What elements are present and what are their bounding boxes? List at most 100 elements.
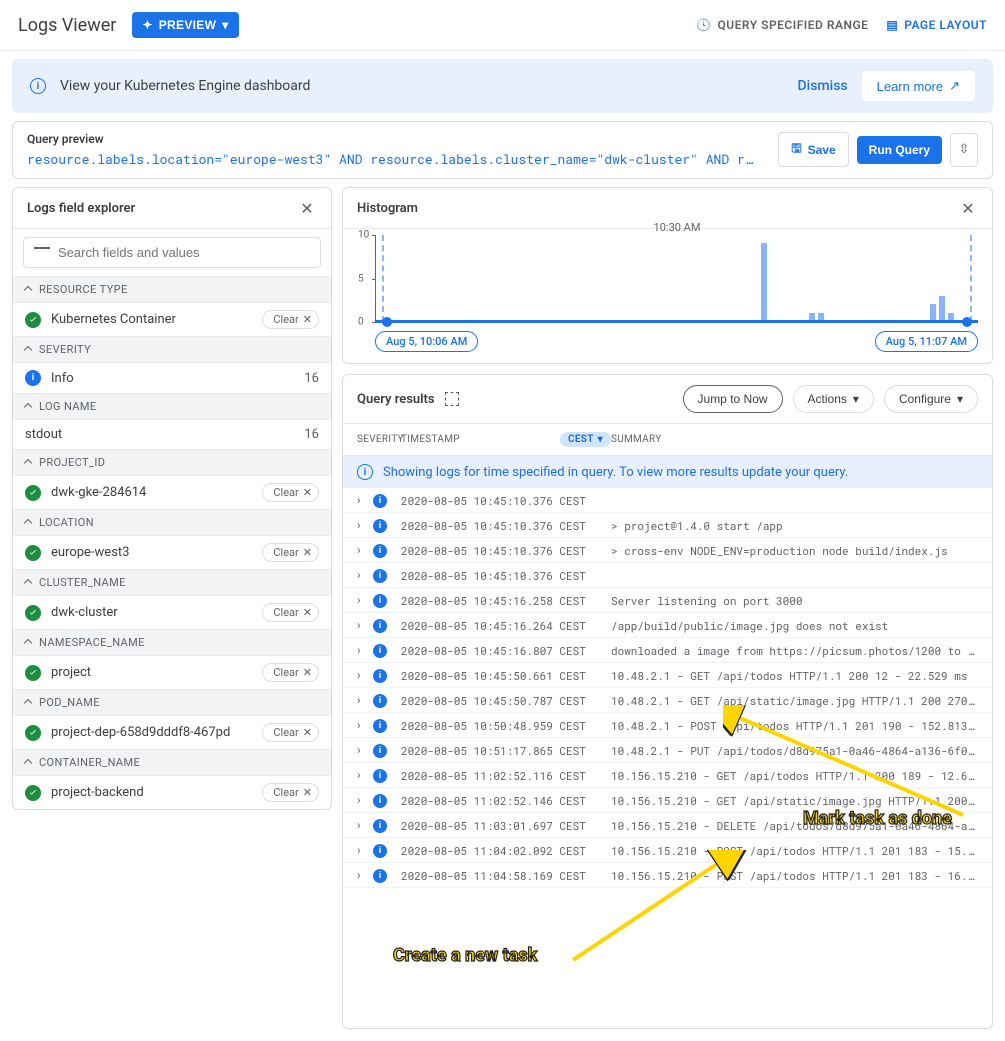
clear-chip[interactable]: Clear✕ (262, 483, 319, 502)
severity-badge[interactable]: i (373, 769, 387, 783)
severity-badge[interactable]: i (373, 819, 387, 833)
expand-spinner[interactable]: ⇳ (950, 133, 978, 167)
cat-cluster-name[interactable]: CLUSTER_NAME (13, 569, 331, 596)
caret-down-icon: ▾ (853, 392, 859, 406)
clear-chip[interactable]: Clear✕ (262, 543, 319, 562)
severity-badge[interactable]: i (373, 494, 387, 508)
clear-chip[interactable]: Clear✕ (262, 310, 319, 329)
log-row[interactable]: ›i2020-08-05 10:45:16.264 CEST/app/build… (343, 613, 992, 638)
configure-dropdown[interactable]: Configure▾ (884, 385, 978, 413)
expand-icon[interactable]: › (357, 543, 373, 557)
severity-badge[interactable]: i (373, 694, 387, 708)
log-row[interactable]: ›i2020-08-05 10:45:50.661 CEST10.48.2.1 … (343, 663, 992, 688)
item-namespace-name[interactable]: project Clear✕ (13, 656, 331, 689)
page-layout-link[interactable]: ▤ PAGE LAYOUT (886, 18, 987, 32)
log-row[interactable]: ›i2020-08-05 10:50:48.959 CEST10.48.2.1 … (343, 713, 992, 738)
item-pod-name[interactable]: project-dep-658d9dddf8-467pd Clear✕ (13, 716, 331, 749)
preview-button[interactable]: ✦ PREVIEW ▾ (132, 12, 238, 38)
log-row[interactable]: ›i2020-08-05 11:02:52.146 CEST10.156.15.… (343, 788, 992, 813)
cat-location[interactable]: LOCATION (13, 509, 331, 536)
item-project-id[interactable]: dwk-gke-284614 Clear✕ (13, 476, 331, 509)
expand-icon[interactable]: › (357, 793, 373, 807)
severity-badge[interactable]: i (373, 719, 387, 733)
query-range-link[interactable]: 🕓 QUERY SPECIFIED RANGE (696, 18, 868, 32)
expand-icon[interactable]: › (357, 518, 373, 532)
expand-icon[interactable]: › (357, 868, 373, 882)
item-kubernetes-container[interactable]: Kubernetes Container Clear✕ (13, 303, 331, 336)
severity-badge[interactable]: i (373, 794, 387, 808)
expand-icon[interactable]: › (357, 743, 373, 757)
cat-pod-name[interactable]: POD_NAME (13, 689, 331, 716)
cat-container-name[interactable]: CONTAINER_NAME (13, 749, 331, 776)
search-input[interactable] (58, 245, 310, 260)
severity-badge[interactable]: i (373, 669, 387, 683)
learn-more-button[interactable]: Learn more ↗ (862, 71, 975, 101)
cat-log-name[interactable]: LOG NAME (13, 393, 331, 420)
log-row[interactable]: ›i2020-08-05 11:04:58.169 CEST10.156.15.… (343, 863, 992, 888)
severity-badge[interactable]: i (373, 869, 387, 883)
timezone-chip[interactable]: CEST▾ (560, 432, 611, 447)
log-row[interactable]: ›i2020-08-05 10:45:10.376 CEST (343, 563, 992, 588)
search-input-wrap[interactable] (23, 237, 321, 268)
severity-badge[interactable]: i (373, 519, 387, 533)
save-button[interactable]: 🖫 Save (778, 132, 848, 167)
clear-chip[interactable]: Clear✕ (262, 603, 319, 622)
item-container-name[interactable]: project-backend Clear✕ (13, 776, 331, 809)
severity-badge[interactable]: i (373, 619, 387, 633)
query-results-panel: Query results Jump to Now Actions▾ Confi… (342, 374, 993, 1029)
log-row[interactable]: ›i2020-08-05 10:45:10.376 CEST> project@… (343, 513, 992, 538)
info-icon: i (30, 78, 46, 94)
log-row[interactable]: ›i2020-08-05 11:04:02.092 CEST10.156.15.… (343, 838, 992, 863)
log-timestamp: 2020-08-05 10:45:10.376 CEST (401, 518, 611, 533)
severity-badge[interactable]: i (373, 544, 387, 558)
item-info[interactable]: i Info 16 (13, 363, 331, 393)
severity-badge[interactable]: i (373, 644, 387, 658)
log-row[interactable]: ›i2020-08-05 11:02:52.116 CEST10.156.15.… (343, 763, 992, 788)
expand-icon[interactable]: › (357, 818, 373, 832)
logs-field-explorer: Logs field explorer ✕ RESOURCE TYPE Kube… (12, 187, 332, 810)
expand-icon[interactable]: › (357, 668, 373, 682)
log-row[interactable]: ›i2020-08-05 10:45:10.376 CEST (343, 488, 992, 513)
expand-icon[interactable]: › (357, 618, 373, 632)
severity-badge[interactable]: i (373, 844, 387, 858)
time-start-chip[interactable]: Aug 5, 10:06 AM (375, 331, 478, 352)
item-location[interactable]: europe-west3 Clear✕ (13, 536, 331, 569)
expand-icon[interactable]: › (357, 493, 373, 507)
log-row[interactable]: ›i2020-08-05 10:45:16.807 CESTdownloaded… (343, 638, 992, 663)
query-preview-text[interactable]: resource.labels.location="europe-west3" … (27, 150, 770, 168)
clear-chip[interactable]: Clear✕ (262, 783, 319, 802)
run-query-button[interactable]: Run Query (857, 136, 942, 164)
expand-icon[interactable]: › (357, 693, 373, 707)
clear-chip[interactable]: Clear✕ (262, 723, 319, 742)
log-row[interactable]: ›i2020-08-05 10:51:17.865 CEST10.48.2.1 … (343, 738, 992, 763)
cat-severity[interactable]: SEVERITY (13, 336, 331, 363)
log-row[interactable]: ›i2020-08-05 10:45:50.787 CEST10.48.2.1 … (343, 688, 992, 713)
log-row[interactable]: ›i2020-08-05 10:45:10.376 CEST> cross-en… (343, 538, 992, 563)
expand-icon[interactable]: › (357, 768, 373, 782)
dismiss-link[interactable]: Dismiss (798, 78, 848, 94)
expand-icon[interactable]: › (357, 643, 373, 657)
time-end-chip[interactable]: Aug 5, 11:07 AM (875, 331, 978, 352)
expand-icon[interactable]: › (357, 843, 373, 857)
item-cluster-name[interactable]: dwk-cluster Clear✕ (13, 596, 331, 629)
item-stdout[interactable]: stdout 16 (13, 420, 331, 449)
expand-icon[interactable]: › (357, 718, 373, 732)
jump-to-now-button[interactable]: Jump to Now (683, 385, 783, 413)
actions-dropdown[interactable]: Actions▾ (793, 385, 874, 413)
close-icon[interactable]: ✕ (958, 198, 978, 218)
cat-resource-type[interactable]: RESOURCE TYPE (13, 276, 331, 303)
log-row[interactable]: ›i2020-08-05 10:45:16.258 CESTServer lis… (343, 588, 992, 613)
expand-icon[interactable]: › (357, 568, 373, 582)
severity-badge[interactable]: i (373, 569, 387, 583)
log-row[interactable]: ›i2020-08-05 11:03:01.697 CEST10.156.15.… (343, 813, 992, 838)
close-icon[interactable]: ✕ (297, 198, 317, 218)
histogram-chart[interactable]: 10 5 0 10:30 AM (375, 235, 978, 323)
cat-namespace-name[interactable]: NAMESPACE_NAME (13, 629, 331, 656)
cat-project-id[interactable]: PROJECT_ID (13, 449, 331, 476)
clear-chip[interactable]: Clear✕ (262, 663, 319, 682)
severity-badge[interactable]: i (373, 594, 387, 608)
check-icon (25, 785, 41, 801)
fullscreen-icon[interactable] (445, 392, 459, 406)
expand-icon[interactable]: › (357, 593, 373, 607)
severity-badge[interactable]: i (373, 744, 387, 758)
